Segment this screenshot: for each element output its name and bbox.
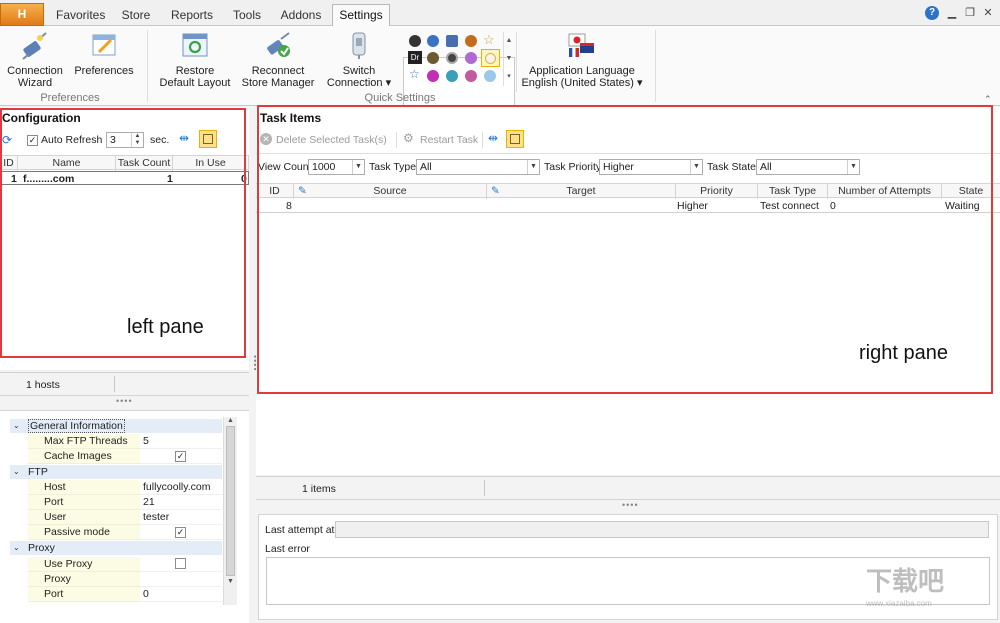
scroll-up-icon[interactable]: ▲ [224, 417, 237, 424]
tasks-status-bar: 1 items [256, 476, 1000, 500]
prop-user: User [28, 510, 140, 525]
tab-store[interactable]: Store [118, 5, 154, 26]
ribbon-tab-bar: H Favorites Store Reports Tools Addons S… [0, 0, 1000, 27]
horizontal-splitter[interactable]: •••• [622, 500, 639, 510]
hosts-status-bar: 1 hosts [0, 372, 249, 396]
connection-wizard-icon [22, 32, 47, 60]
collapse-icon[interactable]: ⌄ [13, 465, 20, 479]
prop-proxy: Proxy [28, 572, 140, 587]
status-separator [114, 376, 115, 392]
reconnect-store-manager-button[interactable]: Reconnect Store Manager [240, 30, 316, 89]
black-style-icon[interactable] [409, 35, 421, 47]
star-style-icon[interactable]: ☆ [483, 32, 495, 48]
prop-use-proxy: Use Proxy [28, 557, 140, 572]
tab-tools[interactable]: Tools [230, 5, 264, 26]
magenta-style-icon[interactable] [427, 70, 439, 82]
gallery-scroll[interactable]: ▲ ▼ ▾ [503, 32, 514, 86]
category-ftp[interactable]: ⌄ FTP [10, 465, 222, 479]
restore-default-layout-button[interactable]: Restore Default Layout [156, 30, 234, 89]
help-icon[interactable]: ? [925, 6, 939, 20]
last-error-label: Last error [265, 543, 310, 555]
left-pane-annotation: left pane [127, 316, 204, 338]
hosts-count: 1 hosts [26, 379, 60, 391]
collapse-ribbon-icon[interactable]: ⌃ [984, 94, 992, 105]
group-separator [516, 32, 517, 92]
selected-style-icon[interactable] [481, 49, 500, 67]
connection-wizard-button[interactable]: Connection Wizard [4, 30, 66, 89]
preferences-icon [92, 34, 116, 56]
style-gallery-items: ☆ Dr ☆ [406, 32, 502, 84]
group-separator [147, 30, 148, 102]
watermark-logo: 下载吧 www.xiazaiba.com [866, 567, 945, 608]
dr-style-icon[interactable]: Dr [408, 51, 422, 64]
tab-addons[interactable]: Addons [280, 5, 322, 26]
left-pane-highlight [0, 108, 246, 358]
use-proxy-checkbox[interactable] [175, 558, 186, 569]
quick-settings-group-label: Quick Settings [364, 92, 436, 104]
category-proxy[interactable]: ⌄ Proxy [10, 541, 222, 555]
blue-star-style-icon[interactable]: ☆ [409, 67, 420, 81]
orange-style-icon[interactable] [465, 35, 477, 47]
scroll-thumb[interactable] [226, 426, 235, 576]
teal-style-icon[interactable] [446, 70, 458, 82]
bronze-style-icon[interactable] [427, 52, 439, 64]
minimize-icon[interactable]: ▁ [945, 6, 959, 20]
category-general-information[interactable]: ⌄ General Information [10, 419, 222, 433]
last-attempt-field[interactable] [335, 521, 989, 538]
host-value[interactable]: fullycoolly.com [140, 480, 222, 495]
max-ftp-threads-value[interactable]: 5 [140, 434, 222, 449]
horizontal-splitter[interactable]: •••• [116, 396, 133, 406]
restore-layout-icon [182, 33, 208, 57]
last-attempt-label: Last attempt at [265, 524, 335, 536]
prop-proxy-port: Port [28, 587, 140, 602]
prop-port: Port [28, 495, 140, 510]
status-separator [484, 480, 485, 496]
scroll-down-icon[interactable]: ▼ [224, 578, 237, 585]
port-value[interactable]: 21 [140, 495, 222, 510]
switch-connection-icon [352, 32, 366, 59]
items-count: 1 items [302, 483, 336, 495]
right-pane-annotation: right pane [859, 342, 948, 364]
pink-style-icon[interactable] [465, 70, 477, 82]
tab-settings[interactable]: Settings [332, 4, 390, 27]
application-menu-button[interactable]: H [0, 3, 44, 26]
dark-style-icon[interactable] [446, 52, 458, 64]
prop-host: Host [28, 480, 140, 495]
prop-passive-mode: Passive mode [28, 525, 140, 540]
switch-connection-button[interactable]: Switch Connection ▾ [324, 30, 394, 89]
proxy-port-value[interactable]: 0 [140, 587, 222, 602]
preferences-group-label: Preferences [40, 92, 100, 104]
cache-images-checkbox[interactable]: ✓ [175, 451, 186, 462]
preferences-button[interactable]: Preferences [72, 30, 136, 77]
office-style-icon[interactable] [446, 35, 458, 47]
reconnect-icon [267, 32, 290, 57]
tab-favorites[interactable]: Favorites [56, 5, 105, 26]
purple-style-icon[interactable] [465, 52, 477, 64]
user-value[interactable]: tester [140, 510, 222, 525]
close-icon[interactable]: ✕ [981, 6, 995, 20]
restore-icon[interactable]: ❐ [963, 6, 977, 20]
light-blue-style-icon[interactable] [484, 70, 496, 82]
prop-max-ftp-threads: Max FTP Threads [28, 434, 140, 449]
proxy-value[interactable] [140, 572, 222, 587]
prop-cache-images: Cache Images [28, 449, 140, 464]
properties-scrollbar[interactable]: ▲ ▼ [223, 417, 237, 605]
language-flag-icon [568, 33, 594, 57]
tab-reports[interactable]: Reports [170, 5, 214, 26]
passive-mode-checkbox[interactable]: ✓ [175, 527, 186, 538]
application-language-button[interactable]: Application Language English (United Sta… [520, 30, 644, 89]
collapse-icon[interactable]: ⌄ [13, 541, 20, 555]
group-separator [655, 30, 656, 102]
collapse-icon[interactable]: ⌄ [13, 419, 20, 433]
blue-style-icon[interactable] [427, 35, 439, 47]
